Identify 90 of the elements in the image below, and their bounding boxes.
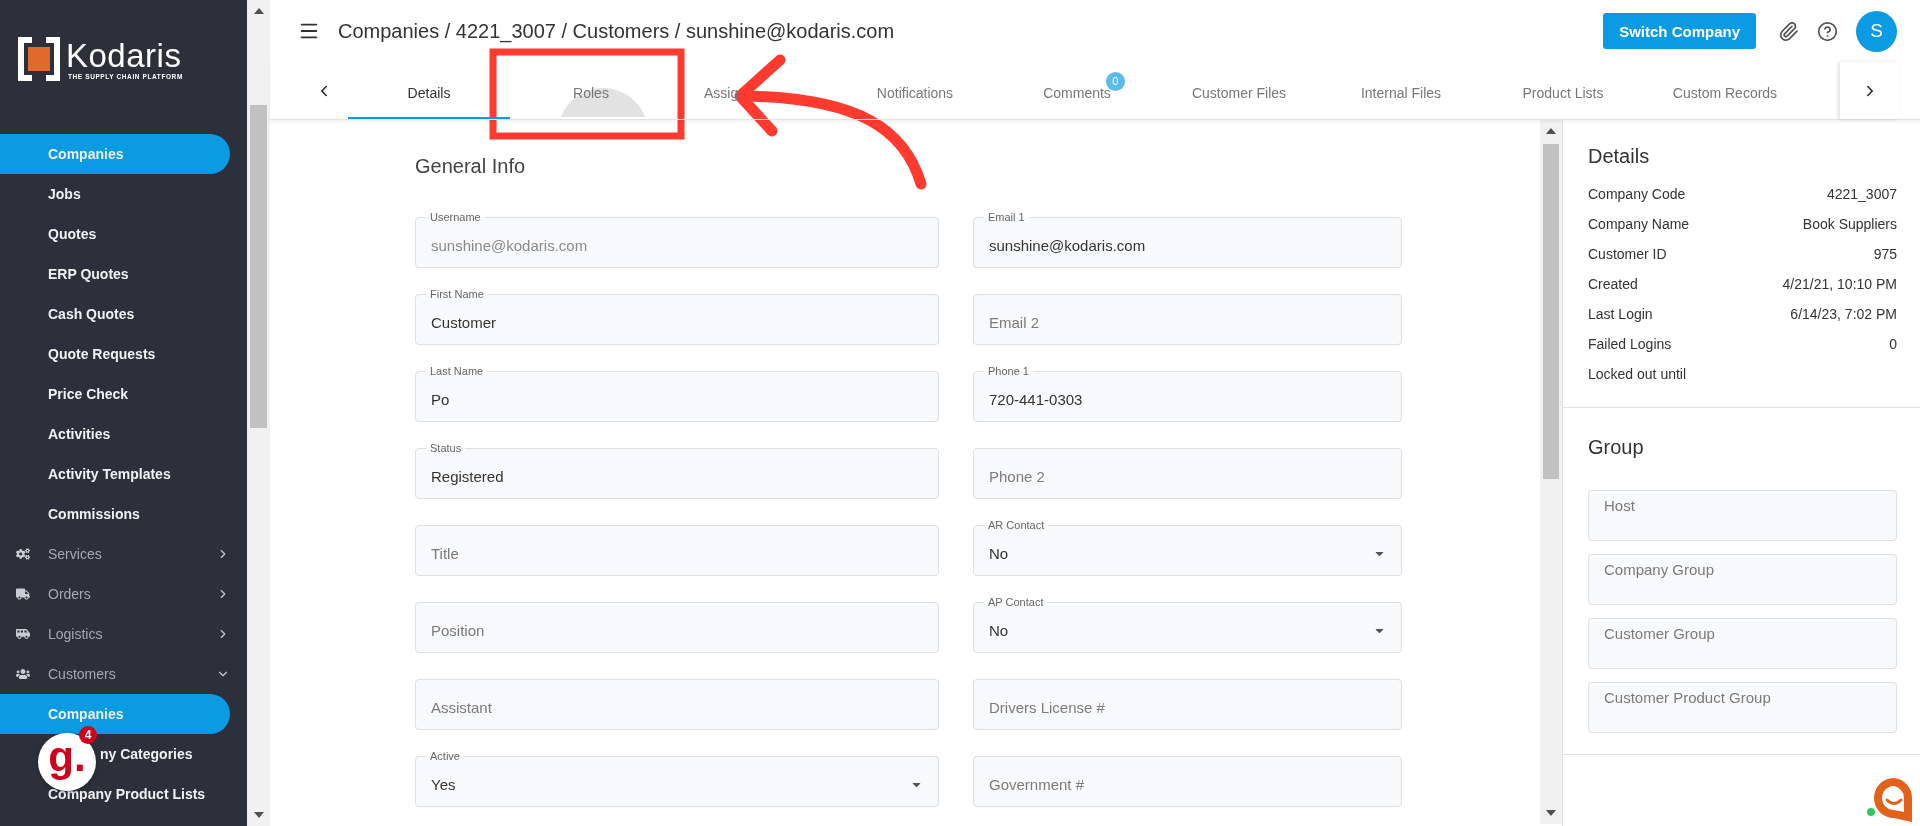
placeholder-text: Company Group xyxy=(1604,561,1716,578)
detail-label: Last Login xyxy=(1588,306,1653,322)
user-avatar[interactable]: S xyxy=(1856,10,1897,52)
section-title: General Info xyxy=(415,154,527,178)
switch-company-button[interactable]: Switch Company xyxy=(1603,13,1756,49)
sidebar-item[interactable]: Activities xyxy=(0,414,230,454)
input-field[interactable]: Phone 1 720-441-0303 xyxy=(973,365,1402,422)
input-field[interactable]: Email 1 sunshine@kodaris.com xyxy=(973,211,1402,268)
field-label: First Name xyxy=(429,288,485,301)
group-icon xyxy=(15,627,31,641)
logo-name: Kodaris xyxy=(66,38,183,73)
sidebar-item[interactable]: Commissions xyxy=(0,494,230,534)
help-icon[interactable] xyxy=(1817,20,1838,42)
tab[interactable]: Notifications xyxy=(834,62,996,119)
field-label: Phone 1 xyxy=(987,365,1030,378)
tab[interactable]: Comments 0 xyxy=(996,62,1158,119)
sidebar-group[interactable]: Customers xyxy=(0,654,230,694)
input-field[interactable]: Last Name Po xyxy=(415,365,939,422)
select-field[interactable]: AP Contact No xyxy=(973,596,1402,653)
tab[interactable]: Custom Records xyxy=(1644,62,1806,119)
logo-icon xyxy=(18,37,60,81)
placeholder-text: Customer Product Group xyxy=(1604,689,1772,706)
field-label: Last Name xyxy=(429,365,485,378)
tab[interactable]: Assig xyxy=(672,62,834,119)
sidebar-group[interactable]: Logistics xyxy=(0,614,230,654)
field-label: Status xyxy=(429,442,463,455)
tab[interactable]: Customer Files xyxy=(1158,62,1320,119)
placeholder-text: Assistant xyxy=(431,699,493,716)
field-label: AP Contact xyxy=(987,596,1045,609)
placeholder-text: Email 2 xyxy=(989,314,1041,331)
sidebar-item[interactable]: ERP Quotes xyxy=(0,254,230,294)
detail-label: Created xyxy=(1588,276,1638,292)
field-label: Username xyxy=(429,211,482,224)
sidebar-item[interactable]: Cash Quotes xyxy=(0,294,230,334)
field-value: 720-441-0303 xyxy=(989,391,1084,408)
input-field[interactable]: Status Registered xyxy=(415,442,939,499)
field-label: AR Contact xyxy=(987,519,1046,532)
select-field[interactable]: Active Yes xyxy=(415,750,939,807)
detail-label: Company Code xyxy=(1588,186,1686,202)
group-icon xyxy=(15,547,31,561)
tab[interactable]: Details xyxy=(348,62,510,119)
placeholder-text: Phone 2 xyxy=(989,468,1046,485)
placeholder-text: Customer Group xyxy=(1604,625,1716,642)
panel-title: Details xyxy=(1588,144,1651,168)
field-value: Customer xyxy=(431,314,498,331)
sidebar-group[interactable]: Orders xyxy=(0,574,230,614)
placeholder-text: Host xyxy=(1604,497,1636,514)
detail-value: Book Suppliers xyxy=(1802,216,1897,232)
sidebar-item[interactable]: ny Categories xyxy=(100,734,230,774)
sidebar-item[interactable]: Price Check xyxy=(0,374,230,414)
detail-value: 6/14/23, 7:02 PM xyxy=(1790,306,1897,322)
detail-label: Failed Logins xyxy=(1588,336,1672,352)
count-badge: 0 xyxy=(1105,71,1125,91)
sidebar-item[interactable]: Quote Requests xyxy=(0,334,230,374)
placeholder-text: Drivers License # xyxy=(989,699,1106,716)
group-icon xyxy=(15,667,31,681)
group-icon xyxy=(15,587,31,601)
detail-label: Locked out until xyxy=(1588,366,1687,382)
content-scrollbar[interactable] xyxy=(1540,120,1562,824)
field-value: Yes xyxy=(431,776,457,793)
detail-label: Company Name xyxy=(1588,216,1690,232)
panel-title: Group xyxy=(1588,435,1645,459)
field-value: No xyxy=(989,622,1010,639)
placeholder-text: Position xyxy=(431,622,486,639)
paperclip-icon[interactable] xyxy=(1778,20,1799,42)
placeholder-text: Title xyxy=(431,545,460,562)
tab[interactable]: Product Lists xyxy=(1482,62,1644,119)
tab[interactable]: Roles xyxy=(510,62,672,119)
placeholder-text: Government # xyxy=(989,776,1086,793)
sidebar-scrollbar[interactable] xyxy=(247,0,270,826)
detail-value: 0 xyxy=(1889,336,1897,352)
select-field[interactable]: AR Contact No xyxy=(973,519,1402,576)
sidebar-item[interactable]: Jobs xyxy=(0,174,230,214)
sidebar-item[interactable]: Quotes xyxy=(0,214,230,254)
tab[interactable]: Internal Files xyxy=(1320,62,1482,119)
field-value: Registered xyxy=(431,468,505,485)
field-value: sunshine@kodaris.com xyxy=(431,237,589,254)
detail-value: 4/21/21, 10:10 PM xyxy=(1782,276,1897,292)
field-value: sunshine@kodaris.com xyxy=(989,237,1147,254)
detail-value: 4221_3007 xyxy=(1826,186,1897,202)
field-value: No xyxy=(989,545,1010,562)
field-value: Po xyxy=(431,391,451,408)
detail-label: Customer ID xyxy=(1588,246,1667,262)
detail-value: 975 xyxy=(1873,246,1897,262)
sidebar-item[interactable]: Activity Templates xyxy=(0,454,230,494)
breadcrumb: Companies / 4221_3007 / Customers / sunshine@kodaris.com xyxy=(338,19,896,43)
sidebar-group[interactable]: Services xyxy=(0,534,230,574)
field-label: Active xyxy=(429,750,461,763)
input-field[interactable]: First Name Customer xyxy=(415,288,939,345)
field-label: Email 1 xyxy=(987,211,1026,224)
